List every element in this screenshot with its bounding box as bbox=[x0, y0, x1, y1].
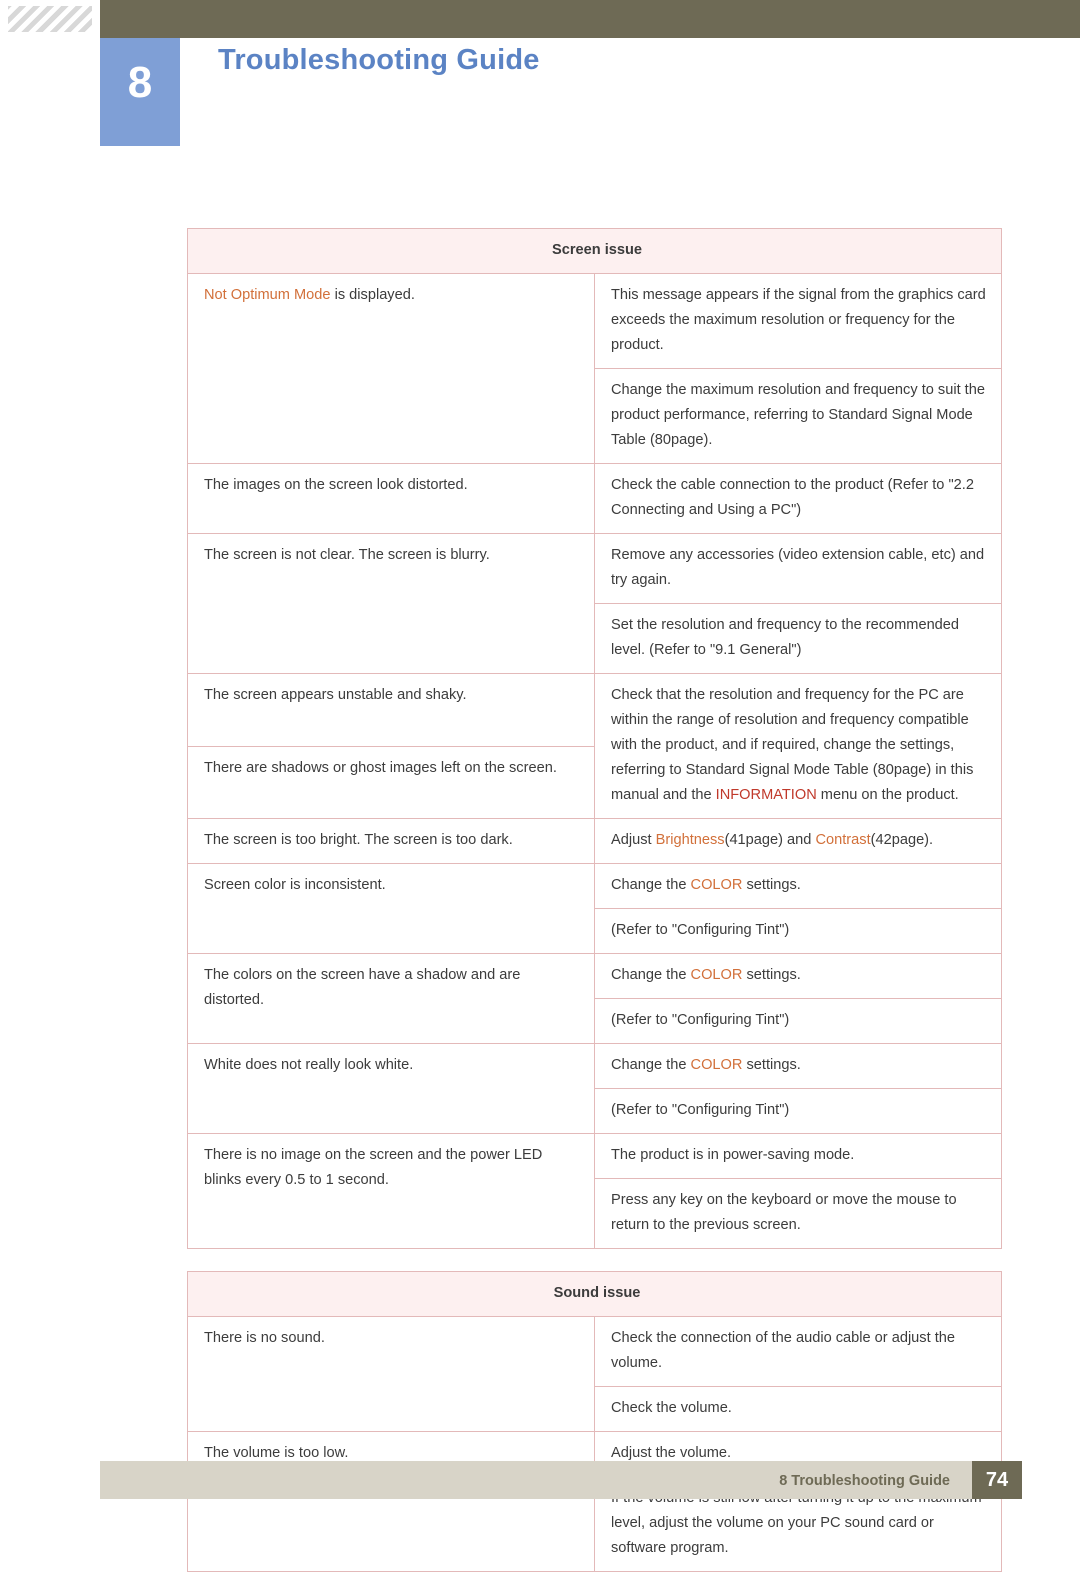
solution-cell: Change the maximum resolution and freque… bbox=[594, 368, 1002, 464]
table-row: The screen is not clear. The screen is b… bbox=[187, 533, 1002, 674]
table-row: The screen appears unstable and shaky. C… bbox=[187, 673, 1002, 819]
solution-cell: Remove any accessories (video extension … bbox=[594, 533, 1002, 604]
section-heading-screen-issue: Screen issue bbox=[187, 228, 1002, 274]
solution-text-change: Change the bbox=[611, 1057, 691, 1073]
content-area: Screen issue Not Optimum Mode is display… bbox=[187, 228, 1002, 1572]
page-header-bar bbox=[0, 0, 1080, 38]
footer-chapter-label: 8 Troubleshooting Guide bbox=[779, 1473, 950, 1489]
solution-text-adjust: Adjust bbox=[611, 832, 656, 848]
highlight-brightness: Brightness bbox=[655, 832, 725, 848]
highlight-color: COLOR bbox=[690, 1057, 743, 1073]
issue-cell: White does not really look white. bbox=[187, 1043, 595, 1134]
table-row: White does not really look white. Change… bbox=[187, 1043, 1002, 1134]
page-title: Troubleshooting Guide bbox=[218, 44, 540, 76]
highlight-color: COLOR bbox=[690, 877, 743, 893]
solution-cell-signal-mode: Check that the resolution and frequency … bbox=[594, 673, 1002, 819]
table-row: The images on the screen look distorted.… bbox=[187, 463, 1002, 534]
issue-cell: There are shadows or ghost images left o… bbox=[187, 745, 595, 819]
highlight-color: COLOR bbox=[690, 967, 743, 983]
highlight-not-optimum-mode: Not Optimum Mode bbox=[204, 287, 331, 303]
table-row: There is no sound. Check the connection … bbox=[187, 1316, 1002, 1432]
solution-text-page-ref-1: (41page) and bbox=[724, 832, 816, 848]
solution-cell-color-settings: Change the COLOR settings. bbox=[594, 1043, 1002, 1089]
solution-text-settings: settings. bbox=[742, 1057, 801, 1073]
issue-text: is displayed. bbox=[330, 287, 415, 303]
table-row: The screen is too bright. The screen is … bbox=[187, 818, 1002, 864]
solution-cell-color-settings: Change the COLOR settings. bbox=[594, 953, 1002, 999]
solution-cell-refer-tint: (Refer to "Configuring Tint") bbox=[594, 998, 1002, 1044]
highlight-information: INFORMATION bbox=[715, 787, 817, 803]
solution-text-part-b: menu on the product. bbox=[816, 787, 959, 803]
solution-cell: Check the cable connection to the produc… bbox=[594, 463, 1002, 534]
solution-text-settings: settings. bbox=[742, 877, 801, 893]
issue-cell: The screen is too bright. The screen is … bbox=[187, 818, 595, 864]
issue-cell-not-optimum-mode: Not Optimum Mode is displayed. bbox=[187, 273, 595, 464]
solution-text-settings: settings. bbox=[742, 967, 801, 983]
table-section-header-row: Sound issue bbox=[187, 1271, 1002, 1317]
table-section-header-row: Screen issue bbox=[187, 228, 1002, 274]
solution-cell: Check the connection of the audio cable … bbox=[594, 1316, 1002, 1387]
solution-cell: Press any key on the keyboard or move th… bbox=[594, 1178, 1002, 1249]
solution-cell: Check the volume. bbox=[594, 1386, 1002, 1432]
footer-left-block bbox=[0, 1461, 100, 1499]
table-row: The colors on the screen have a shadow a… bbox=[187, 953, 1002, 1044]
issue-cell: The screen appears unstable and shaky. bbox=[187, 673, 595, 747]
highlight-contrast: Contrast bbox=[815, 832, 871, 848]
table-row: There is no image on the screen and the … bbox=[187, 1133, 1002, 1249]
solution-cell: This message appears if the signal from … bbox=[594, 273, 1002, 369]
solution-cell-refer-tint: (Refer to "Configuring Tint") bbox=[594, 908, 1002, 954]
footer-right-block bbox=[1022, 1461, 1080, 1499]
solution-text-part-a: Check that the resolution and frequency … bbox=[611, 687, 974, 803]
solution-cell: Set the resolution and frequency to the … bbox=[594, 603, 1002, 674]
section-heading-sound-issue: Sound issue bbox=[187, 1271, 1002, 1317]
solution-text-change: Change the bbox=[611, 967, 691, 983]
screen-issue-table: Screen issue Not Optimum Mode is display… bbox=[187, 228, 1002, 1249]
issue-cell: The colors on the screen have a shadow a… bbox=[187, 953, 595, 1044]
issue-cell: The volume is too low. bbox=[187, 1431, 595, 1572]
solution-cell-brightness-contrast: Adjust Brightness(41page) and Contrast(4… bbox=[594, 818, 1002, 864]
solution-text-page-ref-2: (42page). bbox=[870, 832, 934, 848]
issue-cell: There is no sound. bbox=[187, 1316, 595, 1432]
chapter-number-badge: 8 bbox=[100, 38, 180, 146]
issue-cell: Screen color is inconsistent. bbox=[187, 863, 595, 954]
issue-cell: There is no image on the screen and the … bbox=[187, 1133, 595, 1249]
issue-cell: The screen is not clear. The screen is b… bbox=[187, 533, 595, 674]
issue-cell: The images on the screen look distorted. bbox=[187, 463, 595, 534]
table-row: Screen color is inconsistent. Change the… bbox=[187, 863, 1002, 954]
header-hatch-pattern bbox=[8, 6, 92, 32]
page-number-badge: 74 bbox=[972, 1461, 1022, 1499]
solution-cell-refer-tint: (Refer to "Configuring Tint") bbox=[594, 1088, 1002, 1134]
solution-cell: The product is in power-saving mode. bbox=[594, 1133, 1002, 1179]
solution-cell-color-settings: Change the COLOR settings. bbox=[594, 863, 1002, 909]
solution-text-change: Change the bbox=[611, 877, 691, 893]
table-row: Not Optimum Mode is displayed. This mess… bbox=[187, 273, 1002, 464]
